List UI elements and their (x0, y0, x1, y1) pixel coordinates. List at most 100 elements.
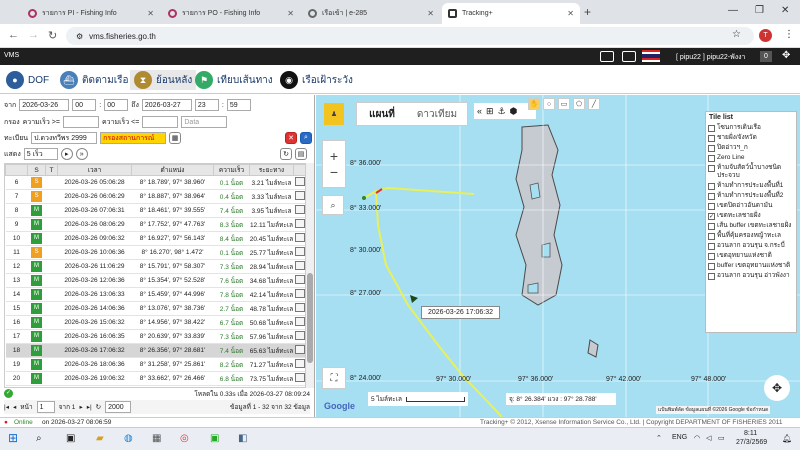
page-input[interactable]: 1 (36, 401, 55, 413)
detail-cell[interactable] (293, 217, 305, 232)
store-icon[interactable]: ▦ (152, 433, 161, 444)
detail-cell[interactable] (293, 203, 305, 218)
track-start-point[interactable] (362, 196, 366, 200)
circle-tool-icon[interactable]: ○ (543, 98, 555, 110)
vessel-select[interactable]: ป.ดวงทวีพร 2999 (31, 132, 98, 144)
screenshot-icon[interactable] (622, 51, 636, 62)
situation-filter-select[interactable]: กรองสถานการณ์ (100, 132, 167, 144)
tile-item[interactable]: อวนลาก อวนรุน จ.กระบี่ (706, 241, 796, 251)
site-info-icon[interactable]: ⚙ (76, 32, 83, 41)
map-type-map[interactable]: แผนที่ (357, 103, 407, 125)
tile-checkbox[interactable]: ✓ (708, 213, 715, 220)
prev-page-icon[interactable]: ◂ (13, 403, 16, 411)
file-explorer-icon[interactable]: ▰ (96, 433, 104, 444)
tile-item[interactable]: ปิดอ่าวฯ_ก (706, 143, 796, 153)
to-hour-select[interactable]: 23 (194, 99, 219, 111)
detail-icon[interactable] (294, 359, 305, 368)
tile-checkbox[interactable] (708, 193, 715, 200)
tile-checkbox[interactable] (708, 155, 715, 162)
polygon-tool-icon[interactable]: ⬠ (573, 98, 585, 110)
close-tab-icon[interactable]: ✕ (147, 9, 154, 18)
col-header[interactable]: T (45, 164, 58, 176)
rectangle-tool-icon[interactable]: ▭ (558, 98, 570, 110)
close-tab-icon[interactable]: ✕ (567, 9, 574, 18)
detail-icon[interactable] (294, 247, 305, 256)
taskbar-search-icon[interactable]: ⌕ (36, 433, 42, 444)
tile-item[interactable]: ห้ามทำการประมงพื้นที่2 (706, 191, 796, 201)
from-hour-select[interactable]: 00 (72, 99, 97, 111)
first-page-icon[interactable]: |◂ (4, 403, 9, 411)
speed-min-input[interactable] (63, 116, 99, 128)
map-search-icon[interactable]: ⌕ (322, 195, 344, 215)
detail-icon[interactable] (294, 331, 305, 340)
reload-icon[interactable]: ↻ (48, 29, 57, 42)
detail-cell[interactable] (293, 287, 305, 302)
tile-item[interactable]: ห้ามจับสัตว์น้ำบางชนิด ประจวบ (706, 163, 796, 181)
table-row[interactable]: 12 M 2026-03-26 11:06:29 8° 15.791', 97° 58… (5, 259, 305, 274)
layers-icon[interactable]: ⬢ (510, 106, 518, 117)
table-row[interactable]: 7 S 2026-03-26 06:06:29 8° 18.887', 97° 38.… (5, 189, 305, 204)
tile-checkbox[interactable] (708, 145, 715, 152)
grid-icon[interactable]: ▦ (169, 132, 182, 144)
from-minute-select[interactable]: 00 (104, 99, 129, 111)
detail-cell[interactable] (293, 231, 305, 246)
menu-dof[interactable]: ● DOF (6, 70, 49, 90)
col-header[interactable]: เวลา (57, 164, 132, 176)
to-date-input[interactable]: 2026-03-27 (141, 99, 192, 111)
thai-flag-icon[interactable] (642, 50, 660, 62)
next-page-icon[interactable]: ▸ (79, 403, 82, 411)
detail-cell[interactable] (293, 343, 305, 358)
notifications-icon[interactable]: 🔔︎ (782, 434, 792, 443)
search-button[interactable]: ⌕ (300, 132, 312, 144)
tile-checkbox[interactable] (708, 233, 715, 240)
table-row[interactable]: 6 S 2026-03-26 05:06:28 8° 18.789', 97° 38.… (5, 175, 305, 190)
table-row[interactable]: 17 M 2026-03-26 16:06:35 8° 20.639', 97° 33… (5, 329, 305, 344)
battery-icon[interactable]: ▭ (718, 434, 725, 442)
language-indicator[interactable]: ENG (672, 434, 687, 441)
map-attribution[interactable]: แป้นพิมพ์ลัด ข้อมูลแผนที่ ©2026 Google ข… (656, 406, 771, 414)
close-tab-icon[interactable]: ✕ (427, 9, 434, 18)
detail-icon[interactable] (294, 177, 305, 186)
from-date-input[interactable]: 2026-03-26 (19, 99, 70, 111)
page-size-select[interactable]: 2000 (105, 401, 132, 413)
menu-history[interactable]: ⧗ ย้อนหลัง (130, 70, 197, 90)
tile-checkbox[interactable] (708, 263, 715, 270)
chrome-icon[interactable]: ◎ (180, 433, 189, 444)
table-row[interactable]: 11 S 2026-03-26 10:06:36 8° 16.270', 98° 1.… (5, 245, 305, 260)
volume-icon[interactable]: ◁ (706, 434, 711, 442)
zoom-in-icon[interactable]: + (330, 148, 338, 164)
col-header[interactable]: ระยะทาง (249, 164, 294, 176)
scroll-thumb[interactable] (307, 273, 313, 363)
wifi-icon[interactable]: ◠ (694, 434, 700, 442)
table-row[interactable]: 10 M 2026-03-26 09:06:32 8° 16.927', 97° 56… (5, 231, 305, 246)
play-icon[interactable]: ▸ (60, 148, 73, 160)
detail-cell[interactable] (293, 245, 305, 260)
tile-item[interactable]: เส้น buffer เขตทะเลชายฝั่ง (706, 221, 796, 231)
detail-icon[interactable] (294, 191, 305, 200)
export-icon[interactable]: ▤ (295, 148, 307, 160)
browser-tab-e285[interactable]: เรือเข้า | e-285 ✕ (302, 3, 440, 24)
col-header[interactable]: S (27, 164, 46, 176)
tile-checkbox[interactable] (708, 203, 715, 210)
tile-checkbox[interactable] (708, 273, 715, 280)
task-view-icon[interactable]: ▣ (66, 433, 75, 444)
detail-cell[interactable] (293, 371, 305, 386)
detail-icon[interactable] (294, 373, 305, 382)
tile-checkbox[interactable] (708, 135, 715, 142)
new-tab-icon[interactable]: + (584, 5, 591, 19)
detail-icon[interactable] (294, 345, 305, 354)
table-row[interactable]: 16 M 2026-03-26 15:06:32 8° 14.956', 97° 38… (5, 315, 305, 330)
profile-avatar[interactable]: T (759, 29, 772, 42)
tile-checkbox[interactable] (708, 253, 715, 260)
tile-checkbox[interactable] (708, 165, 715, 172)
collapse-icon[interactable]: « (477, 106, 482, 116)
vessel-position-marker[interactable] (410, 295, 418, 303)
detail-cell[interactable] (293, 315, 305, 330)
tile-checkbox[interactable] (708, 183, 715, 190)
table-row[interactable]: 19 M 2026-03-26 18:06:36 8° 31.258', 97° 25… (5, 357, 305, 372)
detail-cell[interactable] (293, 301, 305, 316)
table-row[interactable]: 14 M 2026-03-26 13:06:33 8° 15.459', 97° 44… (5, 287, 305, 302)
tile-item[interactable]: พื้นที่คุ้มครองหญ้าทะเล (706, 231, 796, 241)
tile-item[interactable]: Zero Line (706, 153, 796, 163)
refresh-icon[interactable]: ↻ (280, 148, 292, 160)
